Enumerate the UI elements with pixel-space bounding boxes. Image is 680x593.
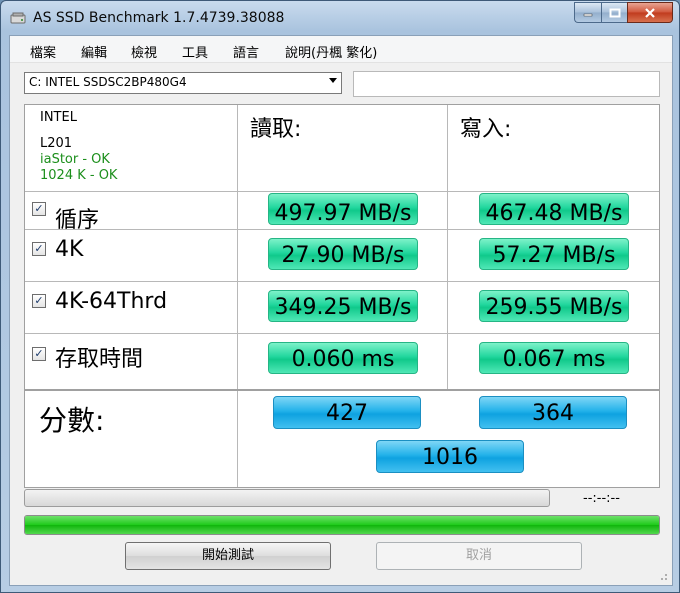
- grid-divider: [237, 105, 238, 389]
- score-panel: 分數: 427 364 1016: [24, 390, 660, 488]
- drive-model: INTEL: [40, 110, 77, 125]
- driver-status: iaStor - OK: [40, 152, 110, 167]
- label-4k-64thrd: 4K-64Thrd: [55, 289, 168, 314]
- client-area: 檔案 編輯 檢視 工具 語言 說明(丹楓 繁化) C: INTEL SSDSC2…: [9, 35, 673, 586]
- window-title: AS SSD Benchmark 1.7.4739.38088: [33, 10, 285, 26]
- maximize-icon: [609, 8, 620, 17]
- close-button[interactable]: [627, 2, 673, 23]
- score-write: 364: [479, 396, 627, 429]
- menu-edit[interactable]: 編輯: [81, 42, 107, 61]
- grid-divider: [447, 105, 448, 389]
- checkbox-4k-64thrd[interactable]: ✓: [32, 294, 46, 308]
- checkbox-access-time[interactable]: ✓: [32, 347, 46, 361]
- read-header: 讀取:: [250, 117, 302, 142]
- score-label: 分數:: [39, 404, 105, 437]
- title-bar[interactable]: AS SSD Benchmark 1.7.4739.38088: [1, 1, 679, 35]
- 4k-write-value: 57.27 MB/s: [479, 238, 629, 270]
- drive-firmware: L201: [40, 136, 73, 151]
- grid-divider: [25, 281, 659, 282]
- checkbox-4k[interactable]: ✓: [32, 242, 46, 256]
- menu-bar: 檔案 編輯 檢視 工具 語言 說明(丹楓 繁化): [10, 36, 672, 63]
- resize-grip-icon[interactable]: [658, 571, 668, 581]
- 4k-read-value: 27.90 MB/s: [268, 238, 418, 270]
- results-grid: INTEL L201 iaStor - OK 1024 K - OK 讀取: 寫…: [24, 104, 660, 390]
- write-header: 寫入:: [460, 117, 512, 142]
- drive-icon: [10, 12, 26, 24]
- grid-divider: [25, 229, 659, 230]
- menu-view[interactable]: 檢視: [131, 42, 157, 61]
- elapsed-time: --:--:--: [583, 491, 620, 506]
- app-window: AS SSD Benchmark 1.7.4739.38088 檔案 編輯 檢視…: [0, 0, 680, 593]
- label-seq: 循序: [55, 208, 100, 229]
- maximize-button[interactable]: [601, 2, 627, 23]
- grid-divider: [25, 333, 659, 334]
- score-total: 1016: [376, 440, 524, 473]
- menu-language[interactable]: 語言: [233, 42, 259, 61]
- alignment-status: 1024 K - OK: [40, 168, 118, 183]
- overall-progress-bar: [24, 515, 660, 535]
- overall-progress-fill: [25, 516, 659, 534]
- start-button[interactable]: 開始測試: [125, 542, 331, 570]
- grid-divider: [25, 191, 659, 192]
- 4k-64thrd-write-value: 259.55 MB/s: [479, 290, 629, 322]
- seq-read-value: 497.97 MB/s: [268, 193, 418, 225]
- drive-select-value: C: INTEL SSDSC2BP480G4: [29, 75, 187, 89]
- access-time-write-value: 0.067 ms: [479, 342, 629, 374]
- label-access-time: 存取時間: [55, 347, 144, 372]
- close-icon: [645, 7, 655, 18]
- menu-help[interactable]: 說明(丹楓 繁化): [285, 42, 377, 61]
- checkbox-seq[interactable]: ✓: [32, 202, 46, 216]
- 4k-64thrd-read-value: 349.25 MB/s: [268, 290, 418, 322]
- menu-tools[interactable]: 工具: [182, 42, 208, 61]
- minimize-button[interactable]: [574, 2, 601, 23]
- test-progress-bar: [24, 489, 550, 507]
- seq-write-value: 467.48 MB/s: [479, 193, 629, 225]
- drive-info: INTEL L201 iaStor - OK 1024 K - OK: [40, 110, 235, 186]
- caption-buttons: [574, 2, 673, 23]
- cancel-button[interactable]: 取消: [376, 542, 582, 570]
- info-textbox[interactable]: [353, 71, 660, 97]
- score-read: 427: [273, 396, 421, 429]
- label-4k: 4K: [55, 237, 84, 262]
- grid-divider: [237, 391, 238, 487]
- minimize-icon: [583, 13, 593, 16]
- drive-select[interactable]: C: INTEL SSDSC2BP480G4: [24, 72, 342, 94]
- chevron-down-icon: [329, 78, 337, 83]
- menu-file[interactable]: 檔案: [30, 42, 56, 61]
- access-time-read-value: 0.060 ms: [268, 342, 418, 374]
